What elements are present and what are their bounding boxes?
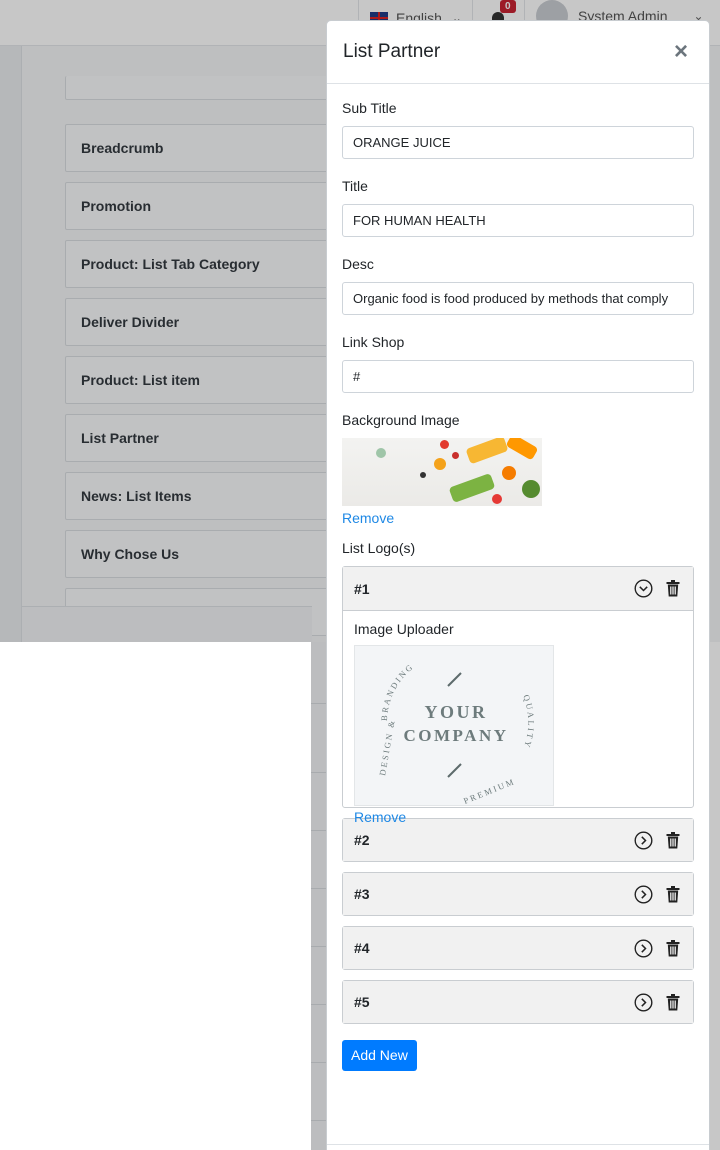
company-logo-image: BRANDING DESIGN & QUALITY PREMIUM YOUR C… xyxy=(377,661,536,806)
fruit-shape xyxy=(502,466,516,480)
logo-item-actions xyxy=(634,938,682,958)
logo-item: #1 Image Uploader BRANDING DESIGN & QUAL… xyxy=(342,566,694,825)
logo-item-header[interactable]: #4 xyxy=(343,927,693,969)
logo-item-number: #5 xyxy=(354,994,370,1010)
desc-input[interactable] xyxy=(342,282,694,315)
trash-icon[interactable] xyxy=(663,939,682,958)
logo-text-company: COMPANY xyxy=(404,726,509,745)
juice-bottle-shape xyxy=(448,472,496,504)
logo-arc-bottom: PREMIUM xyxy=(462,776,517,805)
logo-item-actions xyxy=(634,579,682,598)
logo-item-number: #1 xyxy=(354,580,370,597)
title-label: Title xyxy=(342,178,368,194)
logo-arc-left: DESIGN & xyxy=(377,718,397,776)
logo-item-actions xyxy=(634,830,682,850)
list-logos-label: List Logo(s) xyxy=(342,540,416,556)
logo-item-actions xyxy=(634,992,682,1012)
fruit-shape xyxy=(376,448,386,458)
background-image-label: Background Image xyxy=(342,412,460,428)
logo-item-number: #4 xyxy=(354,940,370,956)
add-new-button[interactable]: Add New xyxy=(342,1040,417,1071)
fruit-shape xyxy=(492,494,502,504)
svg-text:BRANDING: BRANDING xyxy=(379,661,416,721)
logo-item-number: #3 xyxy=(354,886,370,902)
trash-icon[interactable] xyxy=(663,885,682,904)
image-uploader-label: Image Uploader xyxy=(354,621,454,637)
modal-body: Sub Title Title Desc Link Shop Backgroun… xyxy=(327,84,709,1071)
sub-title-label: Sub Title xyxy=(342,100,397,116)
desc-label: Desc xyxy=(342,256,374,272)
modal-title: List Partner xyxy=(343,41,441,62)
logo-item: #4 xyxy=(342,926,694,970)
juice-bottle-shape xyxy=(465,438,509,465)
logo-arc-right: QUALITY xyxy=(521,693,534,750)
fruit-shape xyxy=(420,472,426,478)
fruit-shape xyxy=(522,480,540,498)
background-image-preview xyxy=(342,438,542,506)
close-button[interactable]: × xyxy=(669,40,693,64)
logo-slash-bottom xyxy=(447,763,462,778)
logo-item: #3 xyxy=(342,872,694,916)
fruit-shape xyxy=(440,440,449,449)
expand-circle-icon[interactable] xyxy=(634,830,653,850)
svg-text:QUALITY: QUALITY xyxy=(521,693,536,750)
trash-icon[interactable] xyxy=(663,831,682,850)
logo-item: #5 xyxy=(342,980,694,1024)
juice-bottle-shape xyxy=(505,438,539,461)
title-input[interactable] xyxy=(342,204,694,237)
logo-item-number: #2 xyxy=(354,832,370,848)
logo-item-actions xyxy=(634,884,682,904)
logo-item-header[interactable]: #5 xyxy=(343,981,693,1023)
trash-icon[interactable] xyxy=(663,993,682,1012)
logo-item-body: Image Uploader BRANDING DESIGN & QUALITY xyxy=(343,611,693,825)
link-shop-input[interactable] xyxy=(342,360,694,393)
background-remove-link[interactable]: Remove xyxy=(342,510,394,526)
logo-arc-top: BRANDING xyxy=(379,661,414,721)
list-partner-modal: List Partner × Sub Title Title Desc Link… xyxy=(326,20,710,1150)
logo-item-header[interactable]: #2 xyxy=(343,819,693,861)
logo-image-preview[interactable]: BRANDING DESIGN & QUALITY PREMIUM YOUR C… xyxy=(354,645,554,806)
logo-remove-link[interactable]: Remove xyxy=(354,809,406,825)
fruit-shape xyxy=(434,458,446,470)
logo-item-header[interactable]: #1 xyxy=(343,567,693,611)
blank-area xyxy=(0,642,311,1150)
expand-circle-icon[interactable] xyxy=(634,992,653,1012)
fruit-shape xyxy=(452,452,459,459)
modal-header: List Partner × xyxy=(327,21,709,84)
collapse-circle-icon[interactable] xyxy=(634,579,653,598)
trash-icon[interactable] xyxy=(663,579,682,598)
logo-text-your: YOUR xyxy=(425,702,488,722)
expand-circle-icon[interactable] xyxy=(634,884,653,904)
expand-circle-icon[interactable] xyxy=(634,938,653,958)
logo-item-header[interactable]: #3 xyxy=(343,873,693,915)
modal-footer-divider xyxy=(327,1144,709,1145)
link-shop-label: Link Shop xyxy=(342,334,405,350)
sub-title-input[interactable] xyxy=(342,126,694,159)
logo-slash-top xyxy=(447,672,462,687)
